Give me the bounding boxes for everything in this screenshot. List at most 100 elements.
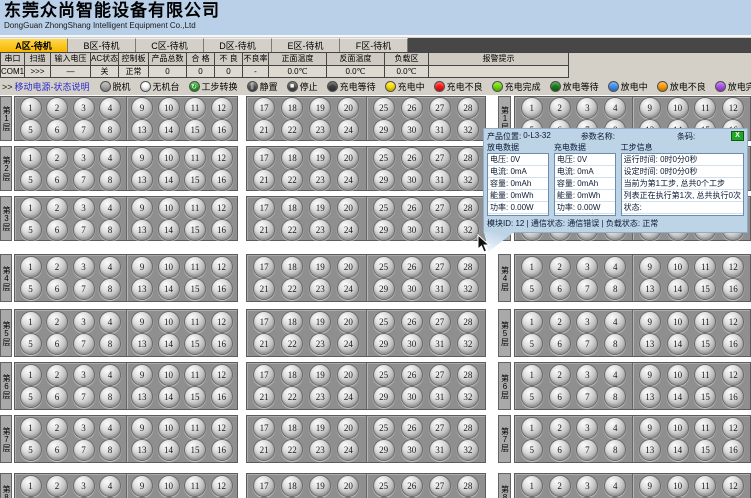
- cell[interactable]: 2: [46, 475, 68, 497]
- cell[interactable]: 1: [521, 417, 543, 439]
- cell[interactable]: 2: [549, 475, 571, 497]
- cell[interactable]: 28: [457, 147, 479, 169]
- cell[interactable]: 24: [337, 219, 359, 241]
- cell[interactable]: 19: [309, 197, 331, 219]
- cell[interactable]: 6: [549, 386, 571, 408]
- cell[interactable]: 19: [309, 311, 331, 333]
- cell[interactable]: 9: [639, 256, 661, 278]
- cell[interactable]: 4: [604, 256, 626, 278]
- cell[interactable]: 27: [429, 475, 451, 497]
- cell[interactable]: 4: [99, 311, 121, 333]
- cell[interactable]: 5: [20, 333, 42, 355]
- cell[interactable]: 4: [99, 197, 121, 219]
- cell[interactable]: 17: [253, 311, 275, 333]
- cell[interactable]: 10: [158, 417, 180, 439]
- cell[interactable]: 6: [549, 333, 571, 355]
- cell[interactable]: 26: [401, 364, 423, 386]
- cell[interactable]: 31: [429, 333, 451, 355]
- cell[interactable]: 30: [401, 219, 423, 241]
- cell[interactable]: 17: [253, 97, 275, 119]
- cell[interactable]: 6: [46, 439, 68, 461]
- cell[interactable]: 5: [20, 119, 42, 141]
- cell[interactable]: 13: [131, 219, 153, 241]
- cell[interactable]: 22: [281, 278, 303, 300]
- cell[interactable]: 1: [521, 364, 543, 386]
- cell[interactable]: 12: [211, 311, 233, 333]
- tab-zone-3[interactable]: D区-待机: [204, 38, 272, 52]
- cell[interactable]: 8: [99, 119, 121, 141]
- cell[interactable]: 7: [73, 278, 95, 300]
- cell[interactable]: 1: [521, 475, 543, 497]
- cell[interactable]: 32: [457, 386, 479, 408]
- cell[interactable]: 4: [99, 256, 121, 278]
- cell[interactable]: 10: [158, 364, 180, 386]
- cell[interactable]: 24: [337, 439, 359, 461]
- cell[interactable]: 25: [373, 311, 395, 333]
- cell[interactable]: 1: [20, 311, 42, 333]
- cell[interactable]: 6: [46, 278, 68, 300]
- cell[interactable]: 22: [281, 119, 303, 141]
- cell[interactable]: 20: [337, 364, 359, 386]
- cell[interactable]: 26: [401, 311, 423, 333]
- cell[interactable]: 26: [401, 256, 423, 278]
- cell[interactable]: 30: [401, 439, 423, 461]
- cell[interactable]: 10: [158, 147, 180, 169]
- cell[interactable]: 4: [604, 417, 626, 439]
- cell[interactable]: 14: [667, 333, 689, 355]
- cell[interactable]: 24: [337, 278, 359, 300]
- cell[interactable]: 8: [99, 219, 121, 241]
- cell[interactable]: 12: [722, 417, 744, 439]
- cell[interactable]: 9: [131, 197, 153, 219]
- cell[interactable]: 24: [337, 386, 359, 408]
- cell[interactable]: 12: [722, 97, 744, 119]
- cell[interactable]: 29: [373, 386, 395, 408]
- cell[interactable]: 15: [184, 219, 206, 241]
- cell[interactable]: 11: [694, 97, 716, 119]
- cell[interactable]: 32: [457, 119, 479, 141]
- cell[interactable]: 1: [521, 256, 543, 278]
- cell[interactable]: 26: [401, 147, 423, 169]
- cell[interactable]: 11: [184, 364, 206, 386]
- cell[interactable]: 11: [694, 475, 716, 497]
- tab-zone-4[interactable]: E区-待机: [272, 38, 340, 52]
- cell[interactable]: 20: [337, 97, 359, 119]
- cell[interactable]: 21: [253, 278, 275, 300]
- cell[interactable]: 20: [337, 256, 359, 278]
- cell[interactable]: 12: [211, 147, 233, 169]
- cell[interactable]: 17: [253, 197, 275, 219]
- cell[interactable]: 28: [457, 475, 479, 497]
- cell[interactable]: 2: [549, 256, 571, 278]
- cell[interactable]: 9: [131, 311, 153, 333]
- cell[interactable]: 28: [457, 311, 479, 333]
- cell[interactable]: 15: [184, 169, 206, 191]
- cell[interactable]: 3: [73, 97, 95, 119]
- cell[interactable]: 2: [549, 97, 571, 119]
- cell[interactable]: 1: [20, 475, 42, 497]
- cell[interactable]: 5: [20, 439, 42, 461]
- cell[interactable]: 12: [211, 97, 233, 119]
- cell[interactable]: 9: [639, 364, 661, 386]
- cell[interactable]: 27: [429, 97, 451, 119]
- cell[interactable]: 8: [604, 333, 626, 355]
- cell[interactable]: 19: [309, 475, 331, 497]
- cell[interactable]: 18: [281, 417, 303, 439]
- cell[interactable]: 11: [184, 97, 206, 119]
- cell[interactable]: 2: [549, 417, 571, 439]
- cell[interactable]: 31: [429, 119, 451, 141]
- cell[interactable]: 21: [253, 169, 275, 191]
- cell[interactable]: 3: [576, 311, 598, 333]
- cell[interactable]: 7: [576, 439, 598, 461]
- cell[interactable]: 14: [158, 119, 180, 141]
- tab-zone-1[interactable]: B区-待机: [68, 38, 136, 52]
- cell[interactable]: 24: [337, 169, 359, 191]
- cell[interactable]: 9: [639, 475, 661, 497]
- popup-close-button[interactable]: X: [731, 131, 744, 141]
- cell[interactable]: 24: [337, 119, 359, 141]
- cell[interactable]: 27: [429, 197, 451, 219]
- cell[interactable]: 2: [549, 364, 571, 386]
- cell[interactable]: 21: [253, 219, 275, 241]
- cell[interactable]: 15: [184, 278, 206, 300]
- tab-zone-2[interactable]: C区-待机: [136, 38, 204, 52]
- cell[interactable]: 9: [131, 364, 153, 386]
- cell[interactable]: 31: [429, 439, 451, 461]
